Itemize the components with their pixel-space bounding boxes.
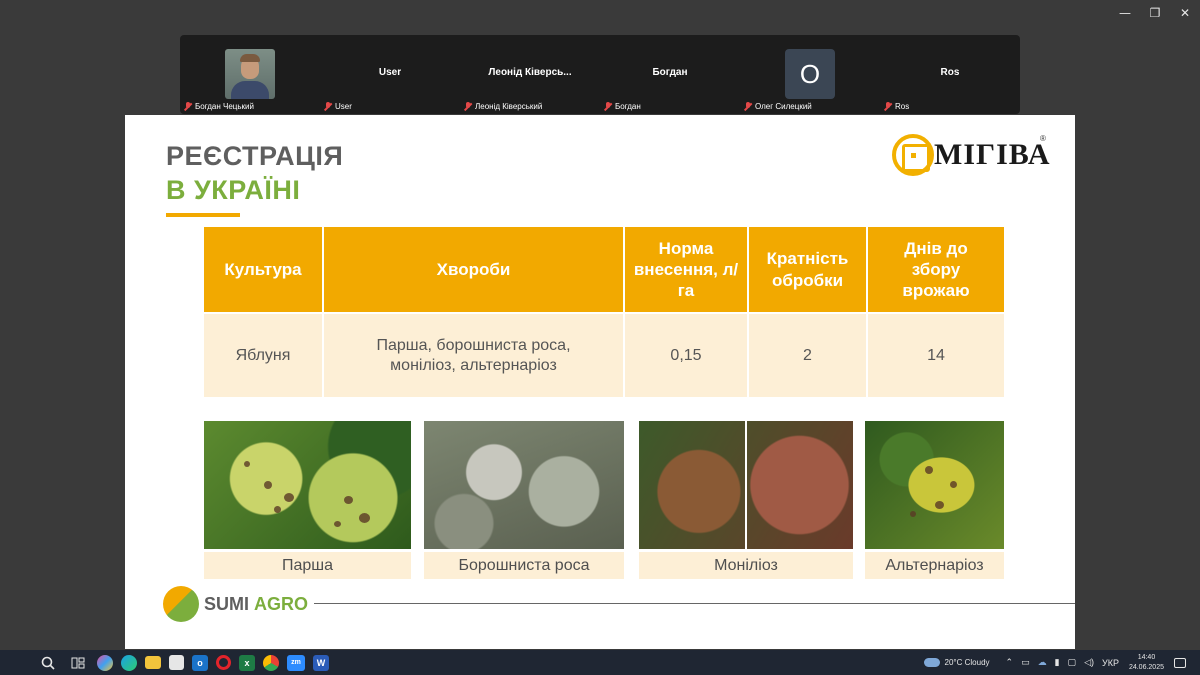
moniliosis-photo — [639, 421, 853, 549]
task-view-icon[interactable] — [67, 654, 89, 672]
mic-muted-icon — [884, 102, 892, 111]
registered-mark: ® — [1040, 134, 1046, 143]
search-icon[interactable] — [37, 654, 59, 672]
participant-label: Олег Силецкий — [744, 102, 812, 111]
start-icon[interactable] — [9, 656, 23, 670]
table-header-cell: Хвороби — [323, 227, 625, 313]
participant-display-name: User — [378, 67, 402, 78]
language-indicator[interactable]: УКР — [1102, 658, 1119, 668]
table-header-cell: Культура — [204, 227, 324, 313]
mic-icon[interactable]: ▮ — [1055, 657, 1060, 668]
zoom-icon[interactable]: zm — [287, 654, 305, 671]
participant-tile[interactable]: Богдан Чецький — [180, 35, 320, 114]
powdery-mildew-photo — [424, 421, 624, 549]
mic-muted-icon — [464, 102, 472, 111]
notification-icon[interactable] — [1174, 657, 1186, 668]
taskbar: o x zm W 20°C Cloudy ⌃ ▭ ☁ ▮ ▢ ◁) УКР 14… — [0, 650, 1200, 675]
file-explorer-icon[interactable] — [145, 656, 161, 669]
system-tray: 20°C Cloudy ⌃ ▭ ☁ ▮ ▢ ◁) УКР 14:40 24.06… — [923, 650, 1200, 675]
weather-widget[interactable]: 20°C Cloudy — [923, 658, 990, 667]
participant-tile[interactable]: Богдан Богдан — [600, 35, 740, 114]
participant-video — [225, 49, 275, 99]
participant-label: User — [324, 102, 352, 111]
participant-name: Леонід Ківерський — [475, 102, 543, 111]
footer-divider — [314, 603, 1075, 604]
participant-display-name: Леонід Ківерсь... — [488, 67, 572, 78]
participant-label: Богдан — [604, 102, 641, 111]
participant-display-name: Богдан — [652, 67, 688, 78]
participant-label: Леонід Ківерський — [464, 102, 542, 111]
onedrive-icon[interactable]: ☁ — [1038, 657, 1047, 668]
participant-tile[interactable]: User User — [320, 35, 460, 114]
word-icon[interactable]: W — [313, 654, 329, 671]
participant-strip: Богдан Чецький User User Леонід Ківерсь.… — [180, 35, 1020, 114]
table-cell: 14 — [867, 312, 1004, 397]
participant-name: Богдан — [615, 102, 641, 111]
mic-muted-icon — [324, 102, 332, 111]
edge-icon[interactable] — [121, 654, 137, 671]
participant-label: Богдан Чецький — [184, 102, 254, 111]
store-icon[interactable] — [169, 655, 184, 670]
close-button[interactable]: ✕ — [1170, 0, 1200, 26]
registration-table: Культура Хвороби Норма внесення, л/га Кр… — [204, 227, 1004, 397]
clock-time: 14:40 — [1137, 653, 1156, 661]
shared-slide: РЕЄСТРАЦІЯ В УКРАЇНІ МІГІВА ® Культура Х… — [125, 115, 1075, 649]
table-cell: 2 — [748, 312, 868, 397]
window-controls: — ❐ ✕ — [1110, 0, 1200, 26]
table-header-row: Культура Хвороби Норма внесення, л/га Кр… — [204, 227, 1004, 313]
restore-button[interactable]: ❐ — [1140, 0, 1170, 26]
participant-name: User — [335, 102, 352, 111]
table-row: Яблуня Парша, борошниста роса, моніліоз,… — [204, 312, 1004, 397]
display-icon[interactable]: ▢ — [1068, 657, 1077, 668]
participant-avatar-letter: О — [785, 49, 835, 99]
table-header-cell: Норма внесення, л/га — [624, 227, 749, 313]
opera-icon[interactable] — [216, 655, 231, 670]
table-cell: Парша, борошниста роса, моніліоз, альтер… — [323, 312, 625, 397]
logo-text: AGRO — [254, 593, 308, 614]
volume-icon[interactable]: ◁) — [1084, 657, 1094, 668]
copilot-icon[interactable] — [97, 654, 113, 671]
photo-caption: Парша — [204, 552, 411, 579]
participant-name: Богдан Чецький — [195, 102, 254, 111]
participant-name: Ros — [895, 102, 910, 111]
sumi-agro-leaf-icon — [163, 586, 199, 622]
title-underline — [166, 213, 240, 217]
mic-muted-icon — [744, 102, 752, 111]
minimize-button[interactable]: — — [1110, 0, 1140, 26]
network-icon[interactable]: ▭ — [1021, 657, 1030, 668]
migiva-logo: МІГІВА ® — [892, 134, 1052, 180]
clock[interactable]: 14:40 24.06.2025 — [1129, 653, 1164, 673]
participant-display-name: Ros — [940, 67, 960, 78]
weather-text: 20°C Cloudy — [944, 658, 990, 667]
table-cell: Яблуня — [204, 312, 324, 397]
logo-text: SUMI — [204, 593, 249, 614]
chrome-icon[interactable] — [263, 654, 279, 671]
table-header-cell: Днів до збору врожаю — [867, 227, 1004, 313]
photo-caption: Моніліоз — [639, 552, 853, 579]
logo-text: МІГІВА — [934, 138, 1051, 171]
participant-tile[interactable]: Леонід Ківерсь... Леонід Ківерський — [460, 35, 600, 114]
participant-tile[interactable]: Ros Ros — [880, 35, 1020, 114]
clock-date: 24.06.2025 — [1128, 663, 1164, 671]
scab-photo — [204, 421, 411, 549]
sumi-agro-logo: SUMI AGRO — [163, 586, 308, 622]
participant-name: Олег Силецкий — [755, 102, 812, 111]
mic-muted-icon — [184, 102, 192, 111]
outlook-icon[interactable]: o — [192, 654, 208, 671]
table-cell: 0,15 — [624, 312, 749, 397]
photo-caption: Борошниста роса — [424, 552, 624, 579]
participant-tile[interactable]: О Олег Силецкий — [740, 35, 880, 114]
mic-muted-icon — [604, 102, 612, 111]
migiva-emblem-icon — [892, 134, 934, 176]
participant-label: Ros — [884, 102, 909, 111]
excel-icon[interactable]: x — [239, 654, 255, 671]
slide-title: РЕЄСТРАЦІЯ — [166, 141, 344, 171]
alternaria-photo — [865, 421, 1004, 549]
chevron-up-icon[interactable]: ⌃ — [1006, 657, 1014, 668]
cloud-icon — [923, 658, 940, 667]
table-header-cell: Кратність обробки — [748, 227, 868, 313]
slide-subtitle: В УКРАЇНІ — [166, 175, 301, 205]
photo-caption: Альтернаріоз — [865, 552, 1004, 579]
